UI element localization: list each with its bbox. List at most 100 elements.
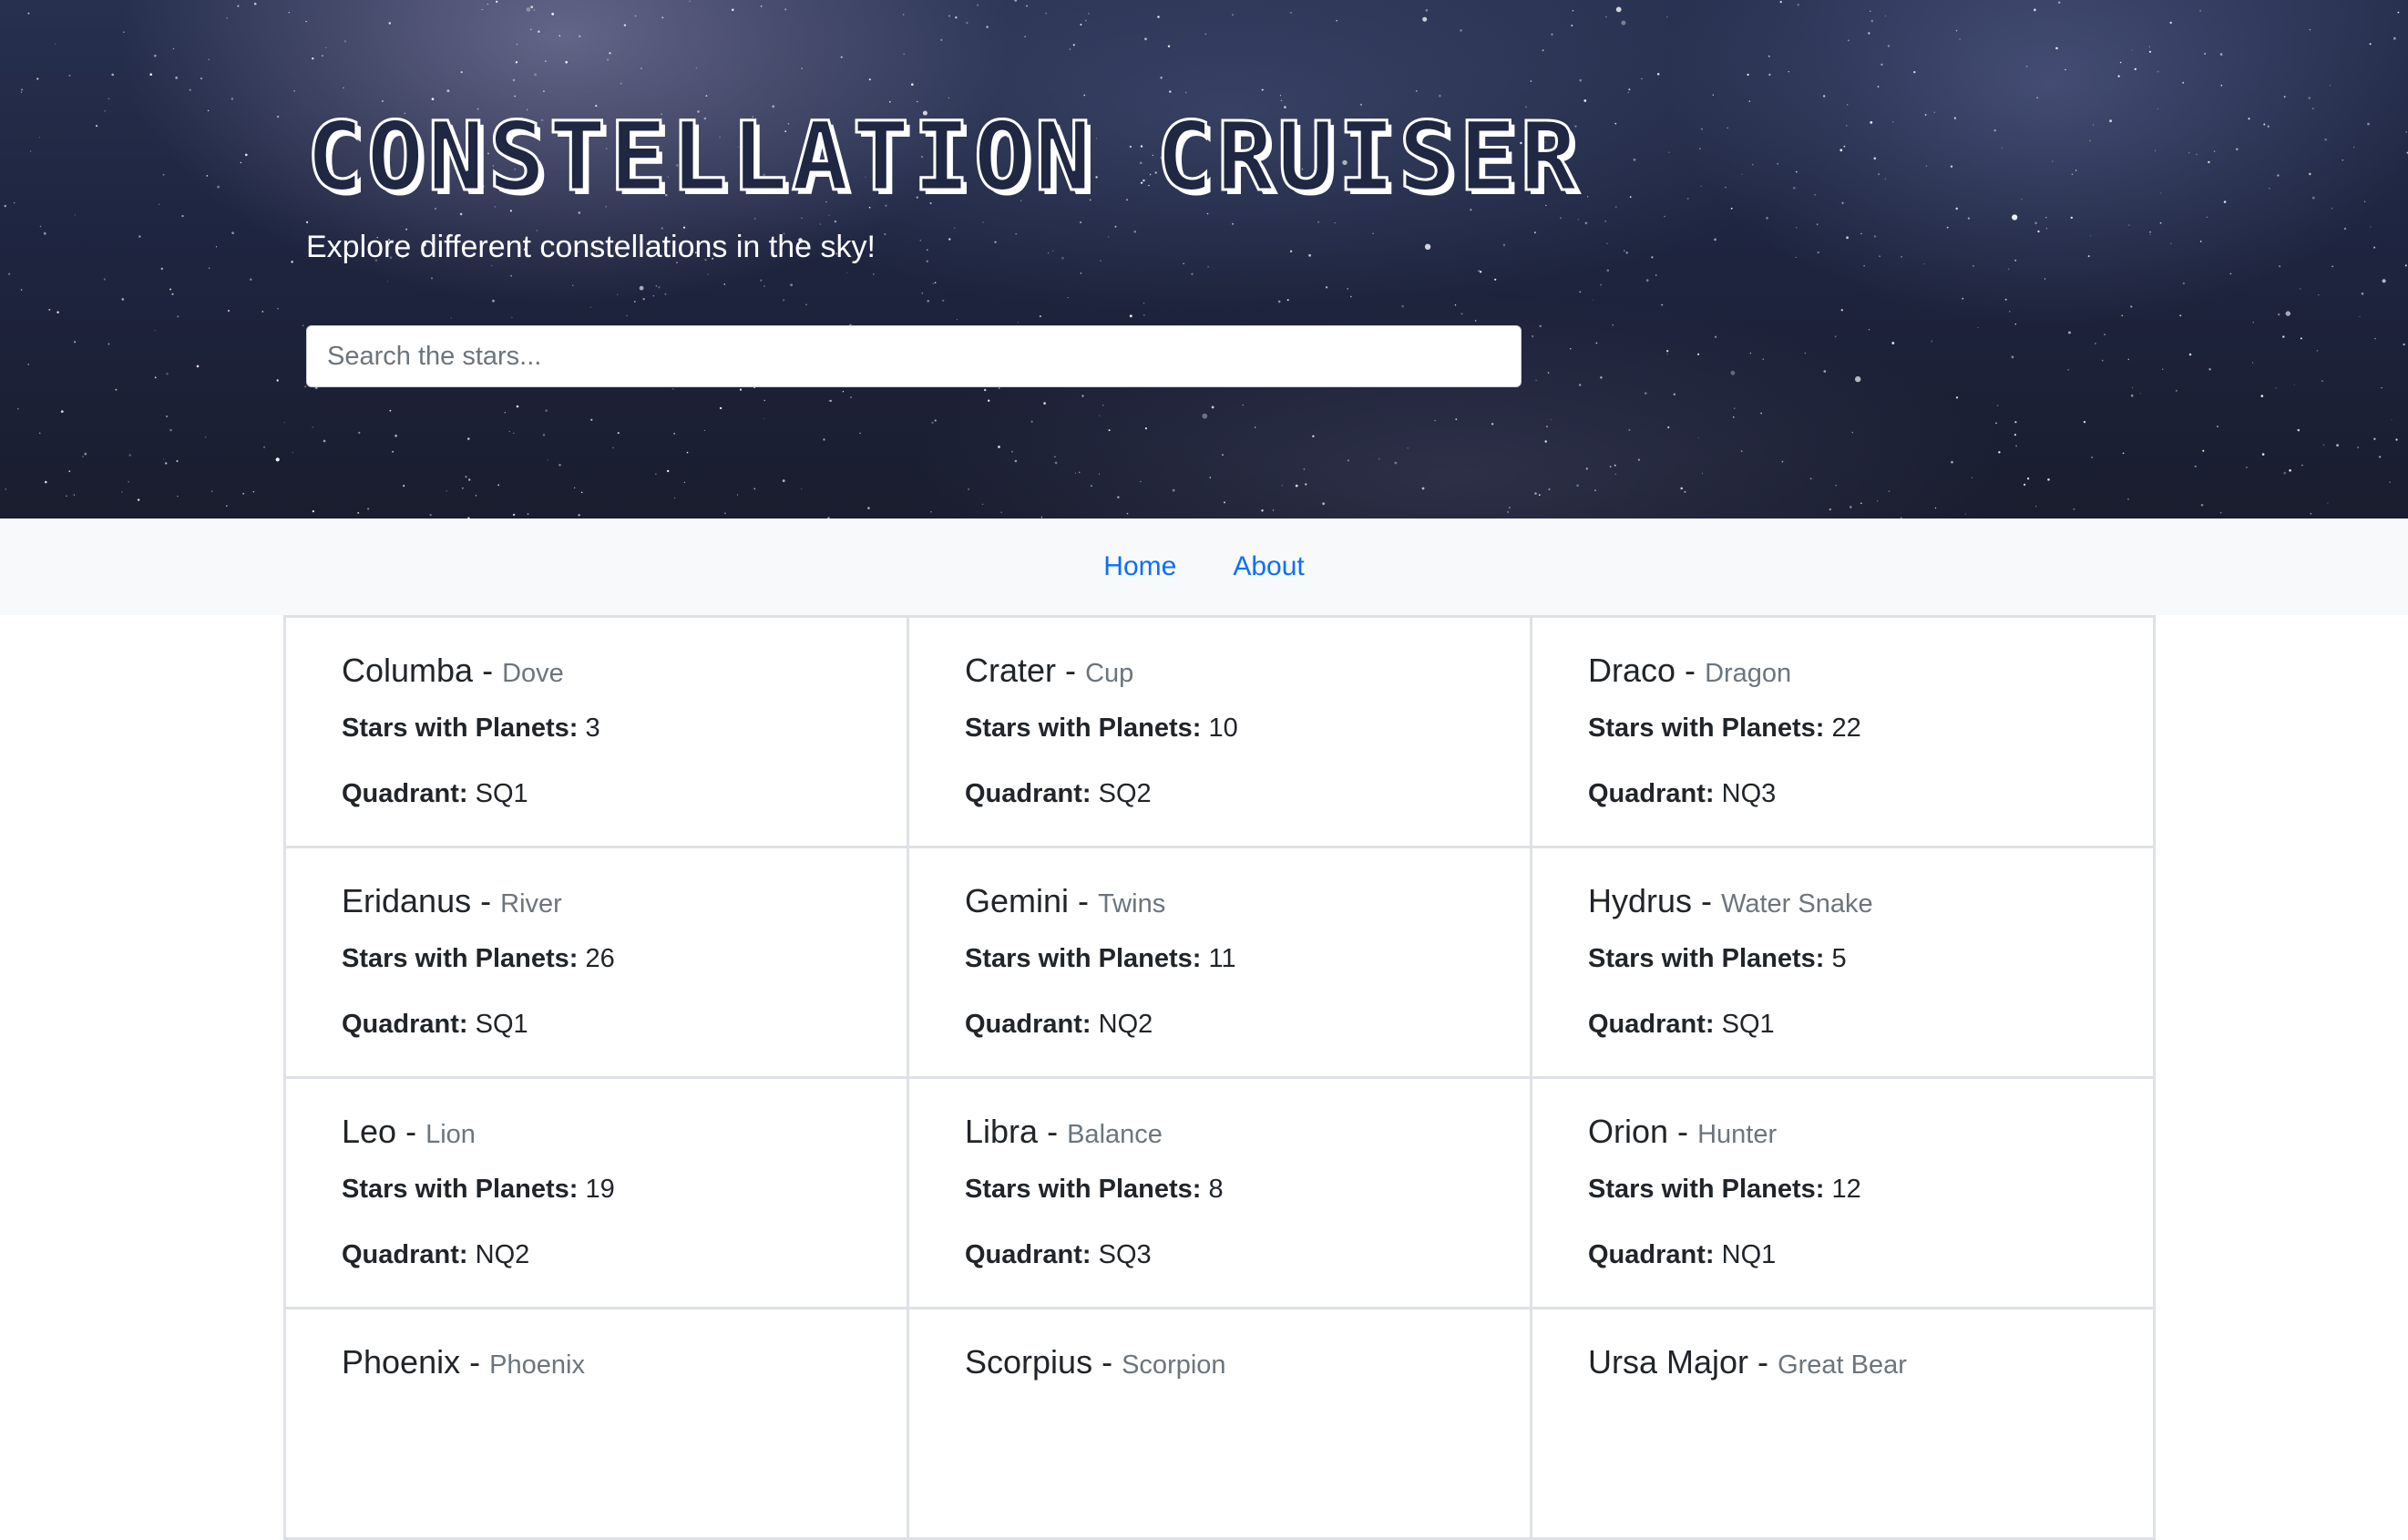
quadrant-line: Quadrant: NQ2 bbox=[342, 1238, 907, 1271]
stars-with-planets-value: 12 bbox=[1832, 1175, 1861, 1204]
stars-with-planets-line: Stars with Planets: 12 bbox=[1588, 1173, 2153, 1206]
quadrant-label: Quadrant: bbox=[965, 779, 1091, 808]
quadrant-label: Quadrant: bbox=[342, 779, 468, 808]
constellation-meaning: Dragon bbox=[1705, 659, 1791, 688]
constellation-title: Libra - Balance bbox=[965, 1112, 1530, 1155]
constellation-meaning: Balance bbox=[1067, 1120, 1163, 1149]
title-separator: - bbox=[480, 882, 491, 919]
constellation-name: Ursa Major bbox=[1588, 1343, 1748, 1381]
constellation-meaning: Great Bear bbox=[1778, 1350, 1907, 1380]
quadrant-line: Quadrant: NQ2 bbox=[965, 1008, 1530, 1041]
constellation-title: Scorpius - Scorpion bbox=[965, 1342, 1530, 1385]
constellation-name: Scorpius bbox=[965, 1343, 1092, 1381]
constellation-card: Scorpius - Scorpion bbox=[907, 1307, 1532, 1540]
quadrant-line: Quadrant: SQ1 bbox=[342, 777, 907, 810]
stars-with-planets-line: Stars with Planets: 26 bbox=[342, 942, 907, 975]
stars-with-planets-value: 19 bbox=[586, 1175, 615, 1204]
quadrant-line: Quadrant: SQ2 bbox=[965, 777, 1530, 810]
constellation-card: Ursa Major - Great Bear bbox=[1530, 1307, 2156, 1540]
title-separator: - bbox=[469, 1343, 480, 1381]
quadrant-line: Quadrant: NQ3 bbox=[1588, 777, 2153, 810]
constellation-title: Eridanus - River bbox=[342, 881, 907, 924]
stars-with-planets-label: Stars with Planets: bbox=[1588, 1175, 1824, 1204]
title-separator: - bbox=[1065, 652, 1076, 689]
stars-with-planets-value: 5 bbox=[1832, 944, 1847, 973]
stars-with-planets-line: Stars with Planets: 10 bbox=[965, 712, 1530, 744]
constellation-title: Leo - Lion bbox=[342, 1112, 907, 1155]
constellation-grid: Columba - Dove Stars with Planets: 3 Quadr… bbox=[283, 615, 2153, 1537]
title-separator: - bbox=[405, 1113, 416, 1150]
search-input[interactable] bbox=[306, 325, 1522, 387]
constellation-meaning: Hunter bbox=[1697, 1120, 1777, 1149]
title-separator: - bbox=[1047, 1113, 1058, 1150]
constellation-card: Gemini - Twins Stars with Planets: 11 Quad… bbox=[907, 846, 1532, 1079]
constellation-meaning: Lion bbox=[425, 1120, 476, 1149]
stars-with-planets-label: Stars with Planets: bbox=[1588, 944, 1824, 973]
quadrant-value: NQ1 bbox=[1722, 1240, 1777, 1269]
stars-with-planets-label: Stars with Planets: bbox=[342, 944, 578, 973]
stars-with-planets-value: 26 bbox=[586, 944, 615, 973]
constellation-title: Columba - Dove bbox=[342, 651, 907, 693]
constellation-name: Crater bbox=[965, 652, 1056, 689]
constellation-card: Phoenix - Phoenix bbox=[283, 1307, 909, 1540]
title-separator: - bbox=[1677, 1113, 1688, 1150]
constellation-title: Gemini - Twins bbox=[965, 881, 1530, 924]
stars-with-planets-label: Stars with Planets: bbox=[342, 714, 578, 743]
constellation-name: Draco bbox=[1588, 652, 1675, 689]
stars-with-planets-value: 3 bbox=[586, 714, 600, 743]
stars-with-planets-label: Stars with Planets: bbox=[965, 1175, 1201, 1204]
quadrant-value: SQ3 bbox=[1099, 1240, 1152, 1269]
constellation-name: Columba bbox=[342, 652, 473, 689]
constellation-meaning: Phoenix bbox=[489, 1350, 585, 1380]
stars-with-planets-label: Stars with Planets: bbox=[965, 944, 1201, 973]
quadrant-value: NQ2 bbox=[1099, 1010, 1153, 1039]
stars-with-planets-value: 10 bbox=[1209, 714, 1238, 743]
constellation-name: Gemini bbox=[965, 882, 1069, 919]
quadrant-label: Quadrant: bbox=[1588, 779, 1715, 808]
quadrant-label: Quadrant: bbox=[965, 1010, 1091, 1039]
constellation-name: Leo bbox=[342, 1113, 396, 1150]
constellation-name: Hydrus bbox=[1588, 882, 1692, 919]
constellation-name: Phoenix bbox=[342, 1343, 460, 1381]
quadrant-value: SQ2 bbox=[1099, 779, 1152, 808]
stars-with-planets-label: Stars with Planets: bbox=[1588, 714, 1824, 743]
quadrant-value: NQ2 bbox=[476, 1240, 530, 1269]
stars-with-planets-line: Stars with Planets: 3 bbox=[342, 712, 907, 744]
title-separator: - bbox=[1701, 882, 1712, 919]
quadrant-line: Quadrant: SQ1 bbox=[342, 1008, 907, 1041]
hero-banner: Constellation Cruiser Explore different … bbox=[0, 0, 2408, 518]
title-separator: - bbox=[1078, 882, 1089, 919]
stars-with-planets-value: 8 bbox=[1209, 1175, 1224, 1204]
constellation-meaning: Dove bbox=[502, 659, 564, 688]
constellation-title: Ursa Major - Great Bear bbox=[1588, 1342, 2153, 1385]
nav-link-about[interactable]: About bbox=[1233, 551, 1304, 582]
site-title: Constellation Cruiser bbox=[306, 102, 1855, 211]
quadrant-value: SQ1 bbox=[476, 779, 528, 808]
constellation-name: Eridanus bbox=[342, 882, 471, 919]
constellation-card: Libra - Balance Stars with Planets: 8 Quad… bbox=[907, 1076, 1532, 1309]
hero-content: Constellation Cruiser Explore different … bbox=[306, 102, 1855, 266]
title-separator: - bbox=[1757, 1343, 1768, 1381]
constellation-card: Leo - Lion Stars with Planets: 19 Quadrant… bbox=[283, 1076, 909, 1309]
stars-with-planets-line: Stars with Planets: 22 bbox=[1588, 712, 2153, 744]
quadrant-line: Quadrant: SQ3 bbox=[965, 1238, 1530, 1271]
quadrant-label: Quadrant: bbox=[1588, 1240, 1715, 1269]
quadrant-label: Quadrant: bbox=[965, 1240, 1091, 1269]
constellation-title: Orion - Hunter bbox=[1588, 1112, 2153, 1155]
title-separator: - bbox=[482, 652, 493, 689]
stars-with-planets-line: Stars with Planets: 19 bbox=[342, 1173, 907, 1206]
nav-link-home[interactable]: Home bbox=[1103, 551, 1176, 582]
stars-with-planets-line: Stars with Planets: 5 bbox=[1588, 942, 2153, 975]
constellation-meaning: Scorpion bbox=[1122, 1350, 1225, 1380]
quadrant-value: SQ1 bbox=[476, 1010, 528, 1039]
constellation-card: Eridanus - River Stars with Planets: 26 Qu… bbox=[283, 846, 909, 1079]
constellation-title: Phoenix - Phoenix bbox=[342, 1342, 907, 1385]
quadrant-line: Quadrant: NQ1 bbox=[1588, 1238, 2153, 1271]
constellation-name: Libra bbox=[965, 1113, 1038, 1150]
quadrant-value: NQ3 bbox=[1722, 779, 1777, 808]
constellation-title: Hydrus - Water Snake bbox=[1588, 881, 2153, 924]
main-nav: Home About bbox=[0, 518, 2408, 615]
constellation-meaning: Cup bbox=[1085, 659, 1133, 688]
constellation-card: Hydrus - Water Snake Stars with Planets: … bbox=[1530, 846, 2156, 1079]
stars-with-planets-value: 11 bbox=[1209, 944, 1236, 973]
